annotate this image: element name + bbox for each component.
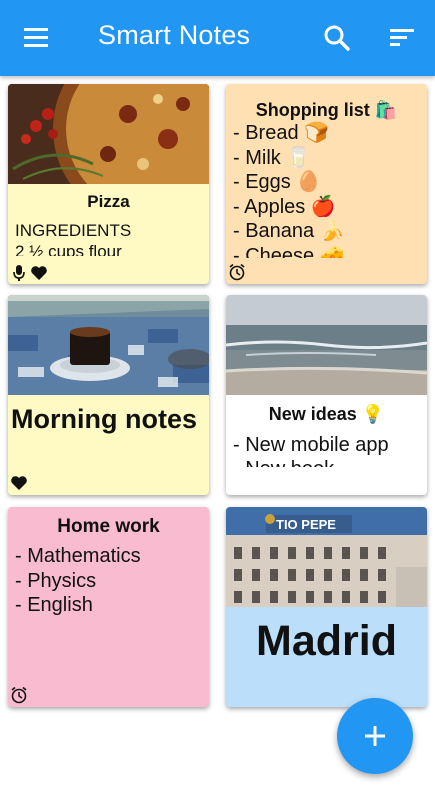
notes-grid: Pizza INGREDIENTS 2 ½ cups flour Shoppin… bbox=[0, 76, 435, 800]
note-card-shopping-list[interactable]: Shopping list 🛍️ - Bread 🍞 - Milk 🥛 - Eg… bbox=[226, 84, 427, 284]
note-line: - New book bbox=[233, 457, 423, 467]
note-title: Home work bbox=[57, 516, 160, 537]
menu-icon[interactable] bbox=[22, 24, 54, 52]
heart-icon bbox=[10, 475, 28, 495]
note-title: Madrid bbox=[256, 617, 397, 665]
plus-icon bbox=[363, 724, 387, 753]
note-line: INGREDIENTS bbox=[15, 221, 132, 240]
note-line: - Apples 🍎 bbox=[233, 195, 336, 218]
note-line: - Cheese 🧀 bbox=[233, 244, 345, 259]
note-title: Shopping list 🛍️ bbox=[255, 100, 398, 120]
note-line: - Milk 🥛 bbox=[233, 146, 312, 169]
note-card-home-work[interactable]: Home work - Mathematics - Physics - Engl… bbox=[8, 507, 209, 707]
note-line: - Bread 🍞 bbox=[233, 122, 330, 144]
note-body: - Mathematics - Physics - English bbox=[15, 544, 205, 618]
note-body: - New mobile app - New book bbox=[233, 433, 423, 467]
madrid-image: TIO PEPE bbox=[226, 507, 427, 607]
note-card-pizza[interactable]: Pizza INGREDIENTS 2 ½ cups flour bbox=[8, 84, 209, 284]
heart-icon bbox=[30, 265, 48, 284]
alarm-clock-icon bbox=[228, 263, 246, 284]
search-icon[interactable] bbox=[321, 22, 353, 54]
note-line: 2 ½ cups flour bbox=[15, 242, 122, 256]
note-card-madrid[interactable]: TIO PEPE Madrid bbox=[226, 507, 427, 707]
app-bar: Smart Notes bbox=[0, 0, 435, 76]
add-note-button[interactable] bbox=[337, 698, 413, 774]
note-card-morning-notes[interactable]: Morning notes bbox=[8, 295, 209, 495]
note-line: - Eggs 🥚 bbox=[233, 171, 322, 193]
note-body: INGREDIENTS 2 ½ cups flour bbox=[15, 220, 205, 256]
note-title: Pizza bbox=[87, 192, 130, 211]
app-title: Smart Notes bbox=[98, 20, 251, 50]
sort-icon[interactable] bbox=[386, 24, 418, 52]
note-line: - Banana 🍌 bbox=[233, 220, 345, 242]
pizza-image bbox=[8, 84, 209, 224]
note-title: New ideas 💡 bbox=[268, 404, 385, 424]
alarm-clock-icon bbox=[10, 686, 28, 707]
tio-pepe-sign: TIO PEPE bbox=[276, 517, 336, 532]
note-line: - Physics bbox=[15, 569, 97, 592]
note-title: Morning notes bbox=[11, 404, 197, 434]
note-line: - Mathematics bbox=[15, 545, 141, 567]
note-line: - English bbox=[15, 594, 93, 616]
mic-icon bbox=[12, 264, 26, 284]
sea-image bbox=[226, 295, 427, 395]
note-body: - Bread 🍞 - Milk 🥛 - Eggs 🥚 - Apples 🍎 -… bbox=[233, 121, 423, 258]
note-card-new-ideas[interactable]: New ideas 💡 - New mobile app - New book bbox=[226, 295, 427, 495]
note-line: - New mobile app bbox=[233, 434, 389, 456]
coffee-image bbox=[8, 295, 209, 395]
